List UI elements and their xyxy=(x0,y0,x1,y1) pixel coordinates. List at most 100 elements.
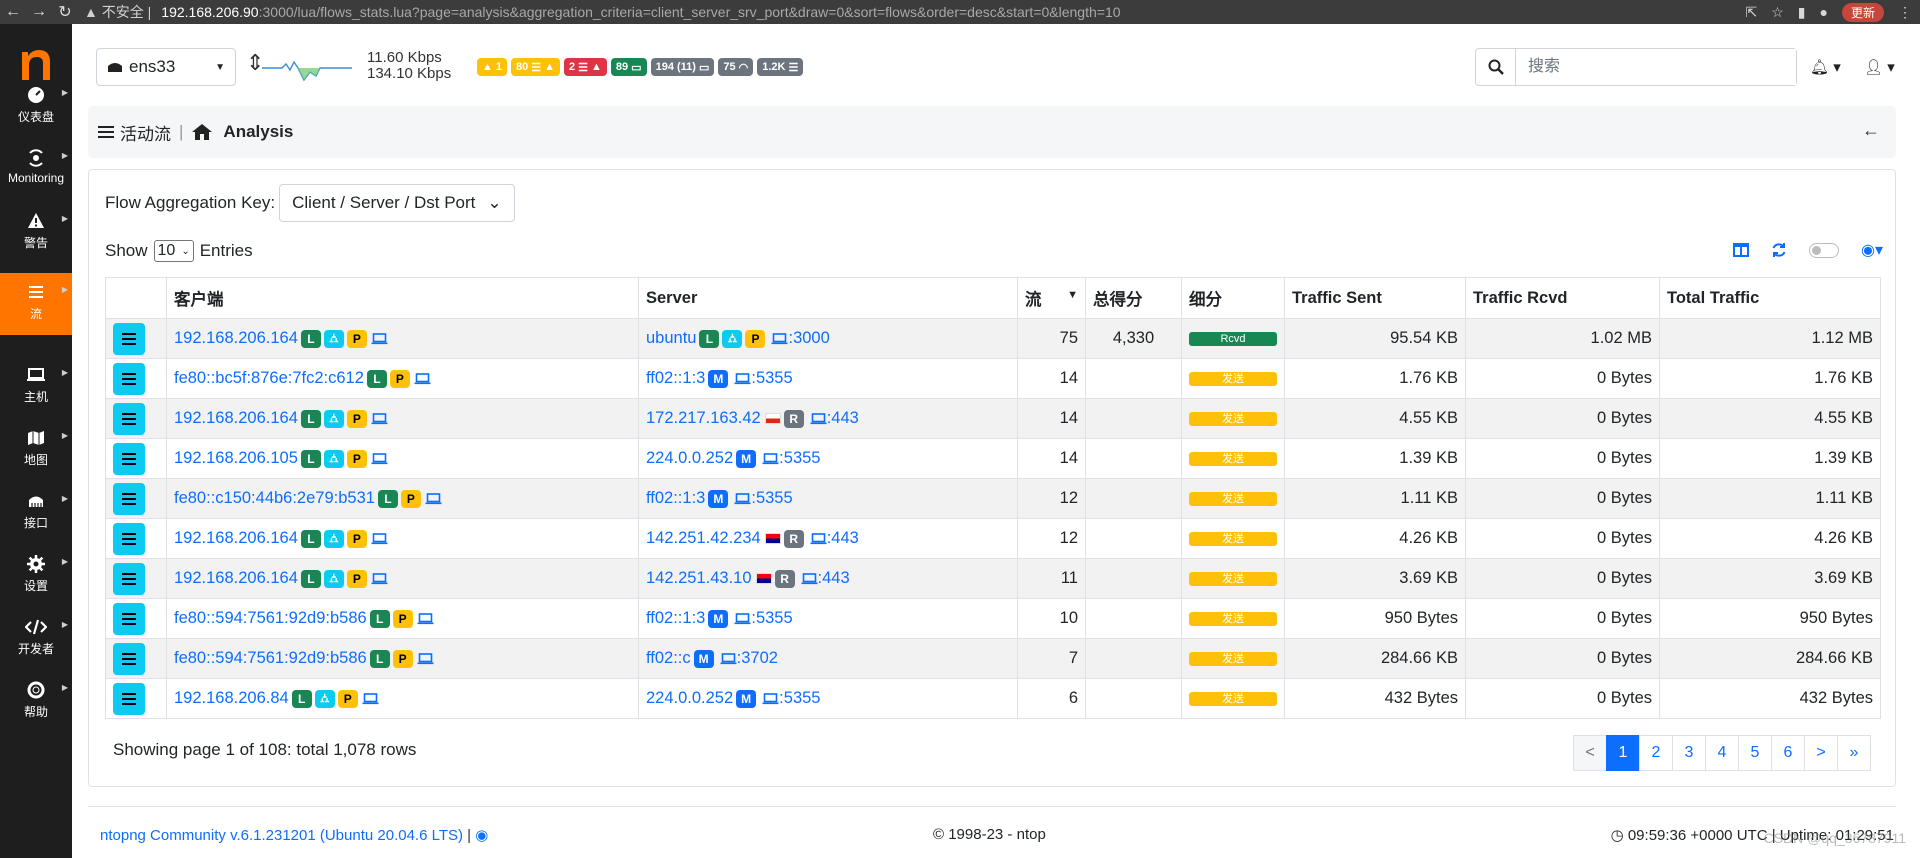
sidebar-item-monitoring[interactable]: Monitoring ▶ xyxy=(0,139,72,201)
github-icon[interactable]: ◉ xyxy=(475,827,488,844)
row-actions-button[interactable] xyxy=(113,682,145,715)
aggregation-key-dropdown[interactable]: Client / Server / Dst Port ⌄ xyxy=(279,184,515,222)
sidebar-item-settings[interactable]: 设置 ▶ xyxy=(0,545,72,607)
page-button-4[interactable]: 4 xyxy=(1705,735,1739,771)
laptop-icon[interactable] xyxy=(371,572,388,585)
server-link[interactable]: ff02::1:3 xyxy=(646,489,705,507)
laptop-icon[interactable] xyxy=(417,652,434,665)
port-link[interactable]: :3000 xyxy=(788,329,829,347)
port-link[interactable]: :443 xyxy=(818,569,850,587)
client-link[interactable]: fe80::bc5f:876e:7fc2:c612 xyxy=(174,369,364,387)
back-icon[interactable]: ← xyxy=(0,3,26,21)
server-link[interactable]: ubuntu xyxy=(646,329,696,347)
security-warning[interactable]: ▲ 不安全 | xyxy=(84,2,151,22)
port-link[interactable]: :5355 xyxy=(779,689,820,707)
laptop-icon[interactable] xyxy=(801,572,818,585)
sidebar-item-hosts[interactable]: 主机 ▶ xyxy=(0,356,72,418)
alert-warning-badge[interactable]: ▲ 1 xyxy=(477,58,508,76)
server-link[interactable]: ff02::1:3 xyxy=(646,609,705,627)
client-link[interactable]: 192.168.206.164 xyxy=(174,569,298,587)
sidebar-item-interfaces[interactable]: 接口 ▶ xyxy=(0,482,72,544)
flows-count-badge[interactable]: 1.2K ☰ xyxy=(757,58,804,76)
laptop-icon[interactable] xyxy=(720,652,737,665)
laptop-icon[interactable] xyxy=(371,532,388,545)
row-actions-button[interactable] xyxy=(113,402,145,435)
port-link[interactable]: :3702 xyxy=(737,649,778,667)
server-link[interactable]: 224.0.0.252 xyxy=(646,689,733,707)
forward-icon[interactable]: → xyxy=(26,3,52,21)
laptop-icon[interactable] xyxy=(734,492,751,505)
column-header-score[interactable]: 总得分 xyxy=(1085,277,1182,319)
refresh-icon[interactable] xyxy=(1771,242,1787,258)
user-menu-icon[interactable]: 👤︎ ▾ xyxy=(1864,58,1895,76)
server-link[interactable]: ff02::1:3 xyxy=(646,369,705,387)
bookmark-star-icon[interactable]: ☆ xyxy=(1771,4,1784,21)
network-icon[interactable]: ⛼ xyxy=(314,689,335,708)
laptop-icon[interactable] xyxy=(417,612,434,625)
columns-icon[interactable] xyxy=(1733,243,1749,257)
country-flag-icon[interactable] xyxy=(764,413,781,425)
column-header-client[interactable]: 客户端 xyxy=(166,277,639,319)
profile-icon[interactable]: ● xyxy=(1820,4,1828,20)
client-link[interactable]: 192.168.206.84 xyxy=(174,689,289,707)
row-actions-button[interactable] xyxy=(113,602,145,635)
laptop-icon[interactable] xyxy=(734,612,751,625)
laptop-icon[interactable] xyxy=(362,692,379,705)
page-button-6[interactable]: 6 xyxy=(1771,735,1805,771)
laptop-icon[interactable] xyxy=(762,692,779,705)
laptop-icon[interactable] xyxy=(810,412,827,425)
page-button-5[interactable]: 5 xyxy=(1738,735,1772,771)
row-actions-button[interactable] xyxy=(113,642,145,675)
laptop-icon[interactable] xyxy=(762,452,779,465)
row-actions-button[interactable] xyxy=(113,322,145,355)
port-link[interactable]: :5355 xyxy=(779,449,820,467)
client-link[interactable]: fe80::c150:44b6:2e79:b531 xyxy=(174,489,375,507)
address-bar[interactable]: ▲ 不安全 | 192.168.206.90:3000/lua/flows_st… xyxy=(84,1,1738,23)
column-header-server[interactable]: Server xyxy=(638,277,1018,319)
laptop-icon[interactable] xyxy=(371,412,388,425)
flows-warning-badge[interactable]: 80 ☰ ▲ xyxy=(511,58,561,76)
eye-visibility-icon[interactable]: ◉▾ xyxy=(1861,240,1883,260)
port-link[interactable]: :5355 xyxy=(751,609,792,627)
laptop-icon[interactable] xyxy=(414,372,431,385)
hosts-badge[interactable]: 194 (11) ▭ xyxy=(650,58,715,76)
server-link[interactable]: 142.251.43.10 xyxy=(646,569,752,587)
port-link[interactable]: :5355 xyxy=(751,489,792,507)
column-header-flows[interactable]: 流 ▼ xyxy=(1017,277,1086,319)
network-icon[interactable]: ⛼ xyxy=(323,329,344,348)
page-next-button[interactable]: > xyxy=(1804,735,1838,771)
network-icon[interactable]: ⛼ xyxy=(323,449,344,468)
local-hosts-badge[interactable]: 89 ▭ xyxy=(610,58,647,76)
search-button[interactable] xyxy=(1476,49,1516,85)
page-button-2[interactable]: 2 xyxy=(1639,735,1673,771)
port-link[interactable]: :443 xyxy=(827,529,859,547)
server-link[interactable]: 224.0.0.252 xyxy=(646,449,733,467)
port-link[interactable]: :443 xyxy=(827,409,859,427)
laptop-icon[interactable] xyxy=(771,332,788,345)
sidebar-item-maps[interactable]: 地图 ▶ xyxy=(0,419,72,481)
auto-refresh-toggle[interactable] xyxy=(1809,242,1839,258)
laptop-icon[interactable] xyxy=(425,492,442,505)
laptop-icon[interactable] xyxy=(734,372,751,385)
breadcrumb-section[interactable]: 活动流 xyxy=(120,120,171,145)
client-link[interactable]: 192.168.206.164 xyxy=(174,329,298,347)
laptop-icon[interactable] xyxy=(371,332,388,345)
network-icon[interactable]: ⛼ xyxy=(323,529,344,548)
reload-icon[interactable]: ↻ xyxy=(52,2,78,22)
page-prev-button[interactable]: < xyxy=(1573,735,1607,771)
devices-badge[interactable]: 75 ◠ xyxy=(718,58,754,76)
row-actions-button[interactable] xyxy=(113,362,145,395)
page-button-1[interactable]: 1 xyxy=(1606,735,1640,771)
server-link[interactable]: 142.251.42.234 xyxy=(646,529,761,547)
sidebar-item-help[interactable]: 帮助 ▶ xyxy=(0,671,72,733)
notifications-bell-icon[interactable]: 🔔︎ ▾ xyxy=(1810,58,1841,76)
page-button-3[interactable]: 3 xyxy=(1672,735,1706,771)
port-link[interactable]: :5355 xyxy=(751,369,792,387)
network-icon[interactable]: ⛼ xyxy=(323,569,344,588)
flows-danger-badge[interactable]: 2 ☰ ▲ xyxy=(564,58,607,76)
client-link[interactable]: fe80::594:7561:92d9:b586 xyxy=(174,609,367,627)
client-link[interactable]: 192.168.206.105 xyxy=(174,449,298,467)
client-link[interactable]: 192.168.206.164 xyxy=(174,409,298,427)
sidebar-item-dashboard[interactable]: 仪表盘 ▶ xyxy=(0,76,72,138)
throughput-readout[interactable]: 11.60 Kbps 134.10 Kbps xyxy=(367,50,451,82)
